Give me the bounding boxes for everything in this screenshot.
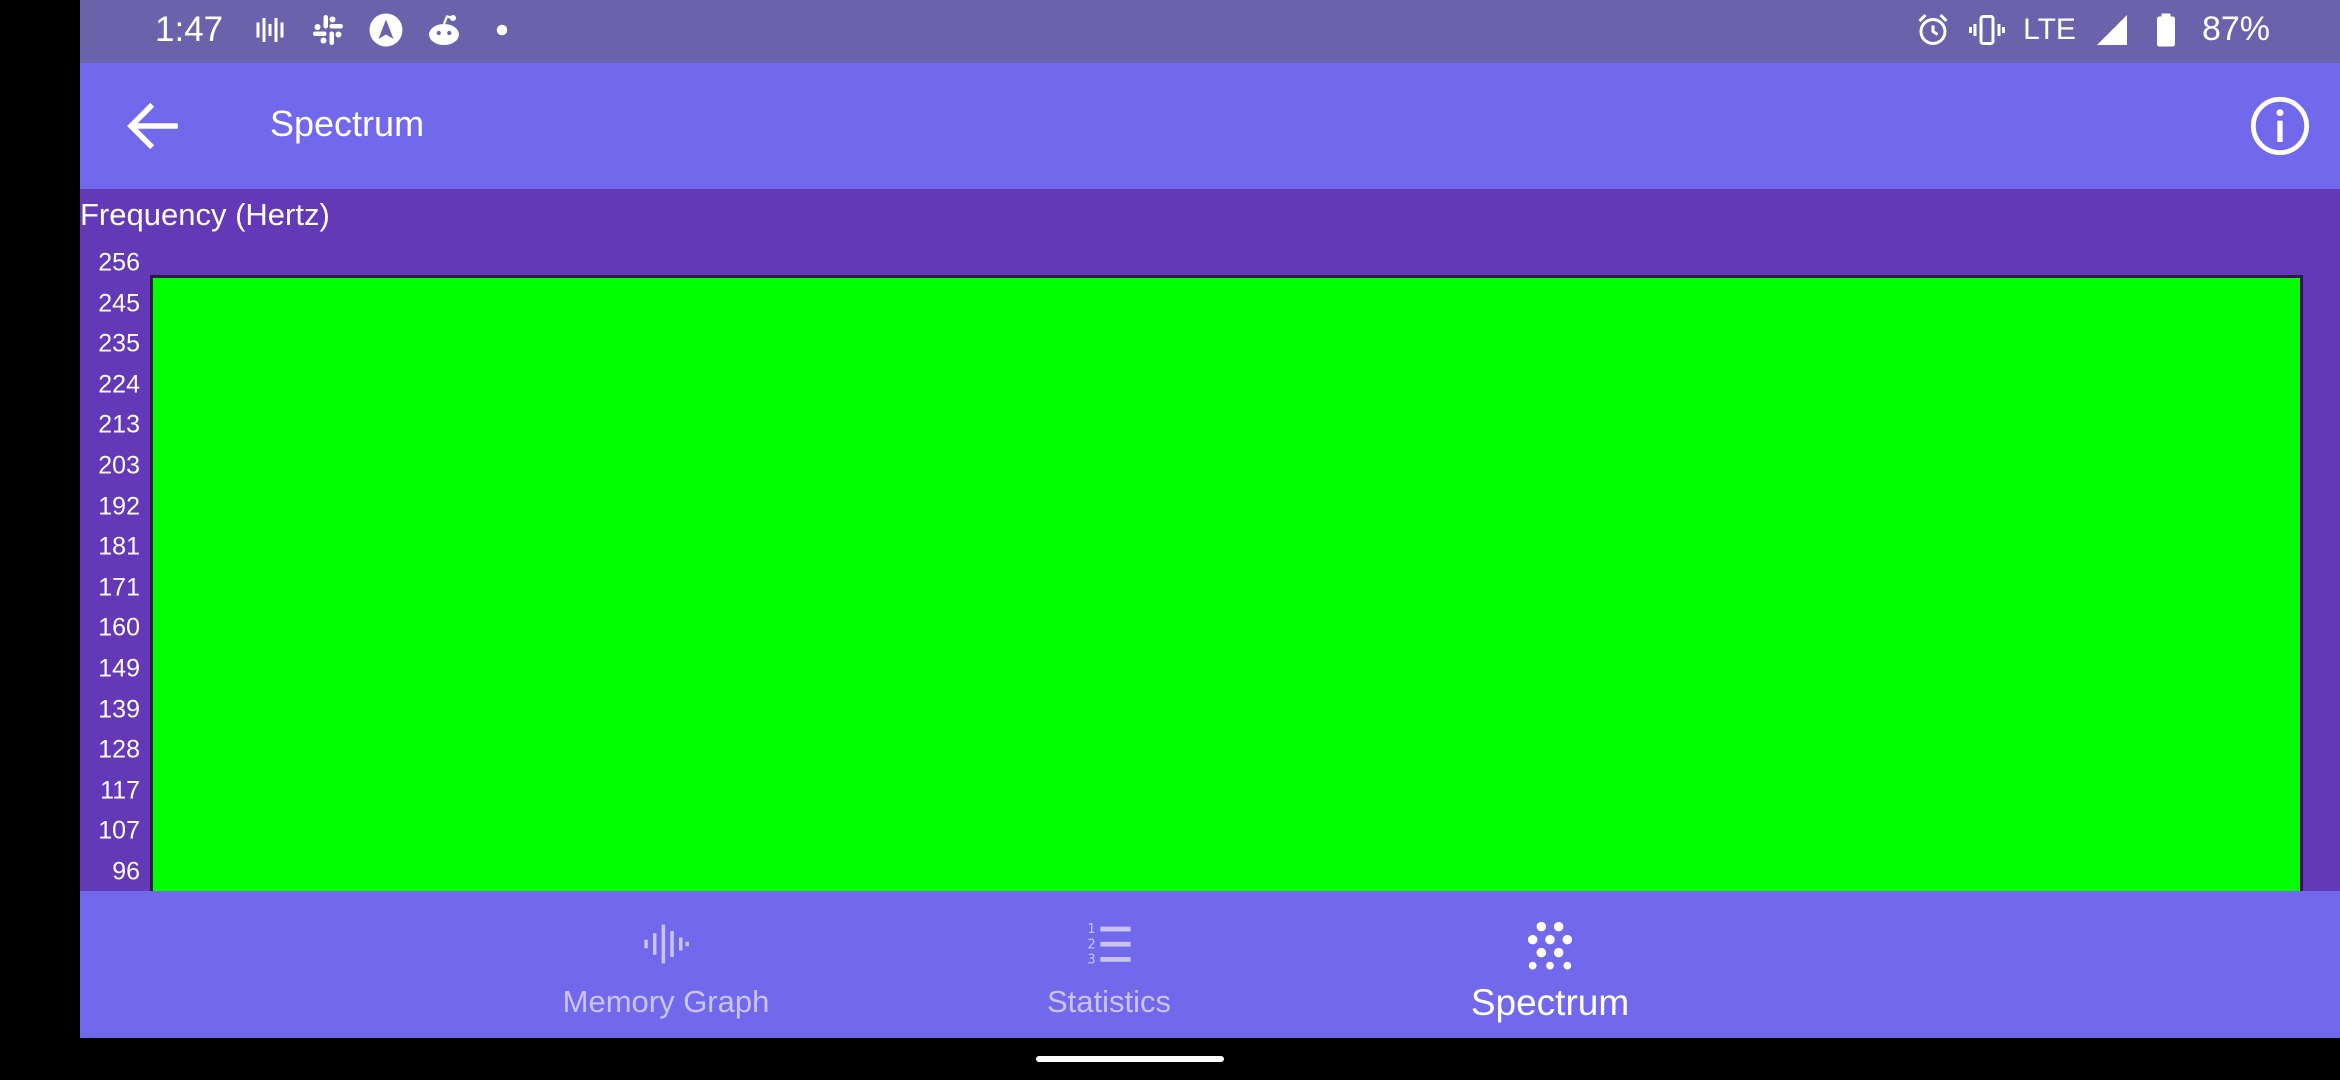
y-tick-label: 181: [98, 532, 140, 561]
battery-percent: 87%: [2201, 10, 2270, 48]
nav-label: Memory Graph: [562, 984, 770, 1019]
y-tick-label: 235: [98, 329, 140, 358]
y-tick-label: 203: [98, 451, 140, 480]
waveform-icon: [644, 924, 689, 964]
spectrum-plot: [150, 275, 2303, 891]
signal-icon: [2096, 14, 2127, 45]
bottom-navigation: Memory Graph 123 Statistics Spectrum: [80, 891, 2340, 1038]
y-tick-label: 213: [98, 410, 140, 439]
y-axis-label: Frequency (Hertz): [80, 197, 330, 232]
numbered-list-icon: 123: [1087, 922, 1131, 968]
y-tick-label: 96: [112, 857, 140, 886]
screen: 1:47 LTE 87% Spectrum Frequency (Hertz) …: [80, 0, 2340, 1080]
system-icons: LTE 87%: [1915, 10, 2270, 49]
y-tick-label: 192: [98, 492, 140, 521]
nav-label: Statistics: [1046, 984, 1172, 1019]
nav-memory-graph[interactable]: Memory Graph: [486, 891, 846, 1038]
nav-statistics[interactable]: 123 Statistics: [929, 891, 1289, 1038]
y-tick-label: 107: [98, 816, 140, 845]
info-icon[interactable]: [2248, 94, 2312, 158]
y-tick-label: 128: [98, 735, 140, 764]
page-title: Spectrum: [270, 103, 425, 144]
y-tick-label: 160: [98, 613, 140, 642]
svg-text:2: 2: [1087, 937, 1095, 952]
y-tick-label: 256: [98, 248, 140, 277]
slack-icon: [313, 15, 343, 45]
soundwave-icon: [256, 18, 284, 42]
nav-spectrum[interactable]: Spectrum: [1370, 891, 1730, 1038]
y-tick-label: 245: [98, 289, 140, 318]
dots-grid-icon: [1527, 921, 1573, 970]
status-time: 1:47: [155, 10, 224, 49]
spectrum-panel: Frequency (Hertz) 256 245 235 224 213 203 192 1…: [80, 189, 2340, 891]
network-type: LTE: [2023, 12, 2076, 46]
y-tick-label: 117: [100, 776, 140, 805]
gesture-bar[interactable]: [1036, 1056, 1224, 1062]
navigation-icon: [369, 13, 403, 47]
svg-text:3: 3: [1087, 953, 1095, 968]
y-tick-label: 224: [98, 370, 140, 399]
alarm-icon: [1918, 13, 1948, 45]
nav-label: Spectrum: [1470, 982, 1630, 1023]
plot-edge: [2306, 275, 2340, 891]
notification-icons: [252, 12, 520, 48]
battery-icon: [2156, 13, 2175, 46]
svg-text:1: 1: [1087, 922, 1095, 937]
status-bar: 1:47 LTE 87%: [80, 0, 2340, 63]
y-tick-label: 149: [98, 654, 140, 683]
y-tick-label: 139: [98, 695, 140, 724]
vibrate-icon: [1969, 14, 2006, 45]
reddit-icon: [429, 15, 459, 45]
y-tick-label: 171: [98, 573, 140, 602]
app-bar: Spectrum: [80, 63, 2340, 189]
arrow-back-icon[interactable]: [120, 93, 186, 159]
dot-icon: [496, 24, 508, 36]
